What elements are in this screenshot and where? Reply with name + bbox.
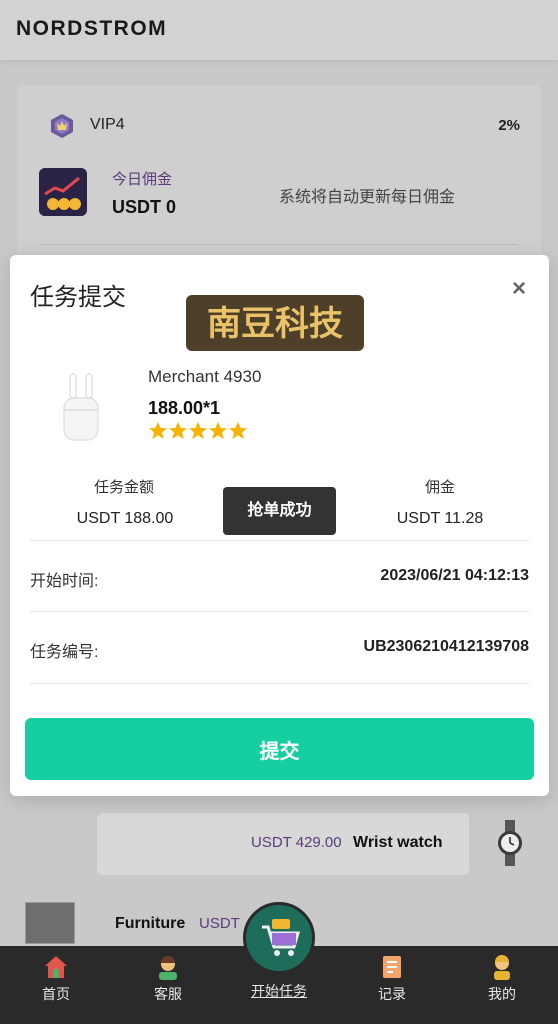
nav-records-label: 记录 [378, 986, 406, 1002]
star-icon [189, 422, 207, 439]
start-task-button[interactable] [243, 902, 315, 974]
price-quantity: 188.00*1 [148, 398, 221, 418]
nav-mine[interactable]: 我的 [462, 946, 542, 1024]
customer-service-icon [159, 956, 177, 980]
watermark-logo: 南豆科技 [186, 295, 364, 351]
commission-chart-icon [39, 168, 87, 216]
task-amount-value: USDT 188.00 [76, 510, 174, 527]
top-header: NORDSTROM [0, 0, 558, 60]
account-card [17, 85, 541, 275]
records-icon [383, 956, 401, 978]
star-icon [209, 422, 227, 439]
nav-start-label[interactable]: 开始任务 [243, 981, 315, 1001]
sofa-image [25, 902, 75, 944]
task-number-value: UB2306210412139708 [363, 638, 529, 655]
nav-mine-label: 我的 [488, 986, 516, 1002]
product-name: Wrist watch [353, 834, 443, 851]
nav-service-label: 客服 [154, 986, 182, 1002]
success-toast: 抢单成功 [223, 487, 336, 535]
commission-title: 今日佣金 [112, 171, 173, 188]
user-profile-icon [494, 955, 510, 980]
commission-note: 系统将自动更新每日佣金 [279, 189, 456, 206]
start-time-value: 2023/06/21 04:12:13 [380, 567, 529, 584]
task-number-label: 任务编号: [30, 644, 99, 661]
task-amount-label: 任务金额 [93, 479, 154, 496]
vip-badge-icon [51, 114, 73, 138]
home-icon [45, 956, 67, 978]
merchant-name: Merchant 4930 [148, 367, 262, 386]
vip-percent: 2% [498, 117, 520, 134]
rating-stars [148, 421, 248, 443]
product-price: USDT 429.00 [251, 834, 342, 851]
nav-home[interactable]: 首页 [16, 946, 96, 1024]
product-name: Furniture [115, 915, 186, 932]
nav-home-label: 首页 [42, 986, 70, 1002]
commission-value: USDT 0 [112, 197, 177, 217]
divider [30, 683, 529, 684]
shopping-cart-icon [262, 919, 300, 956]
divider [30, 540, 529, 541]
start-time-label: 开始时间: [30, 573, 99, 590]
svg-text:南豆科技: 南豆科技 [207, 304, 343, 344]
close-button[interactable]: × [507, 277, 531, 301]
dialog-title: 任务提交 [30, 284, 126, 311]
product-price: USDT [199, 915, 240, 932]
star-icon [229, 422, 247, 439]
brand-logo: NORDSTROM [16, 17, 168, 40]
task-submit-dialog: 任务提交 × 南豆科技 Merchant 4930 188.00*1 任务金额 … [10, 255, 549, 796]
star-icon [149, 422, 167, 439]
airpods-image [63, 373, 99, 441]
star-icon [169, 422, 187, 439]
nav-records[interactable]: 记录 [352, 946, 432, 1024]
vip-level: VIP4 [90, 116, 125, 133]
divider [30, 611, 529, 612]
commission-label: 佣金 [424, 479, 455, 496]
nav-service[interactable]: 客服 [128, 946, 208, 1024]
commission-amount: USDT 11.28 [396, 510, 484, 527]
submit-button[interactable]: 提交 [25, 718, 534, 780]
card-divider [40, 244, 518, 245]
watch-icon [498, 820, 522, 866]
